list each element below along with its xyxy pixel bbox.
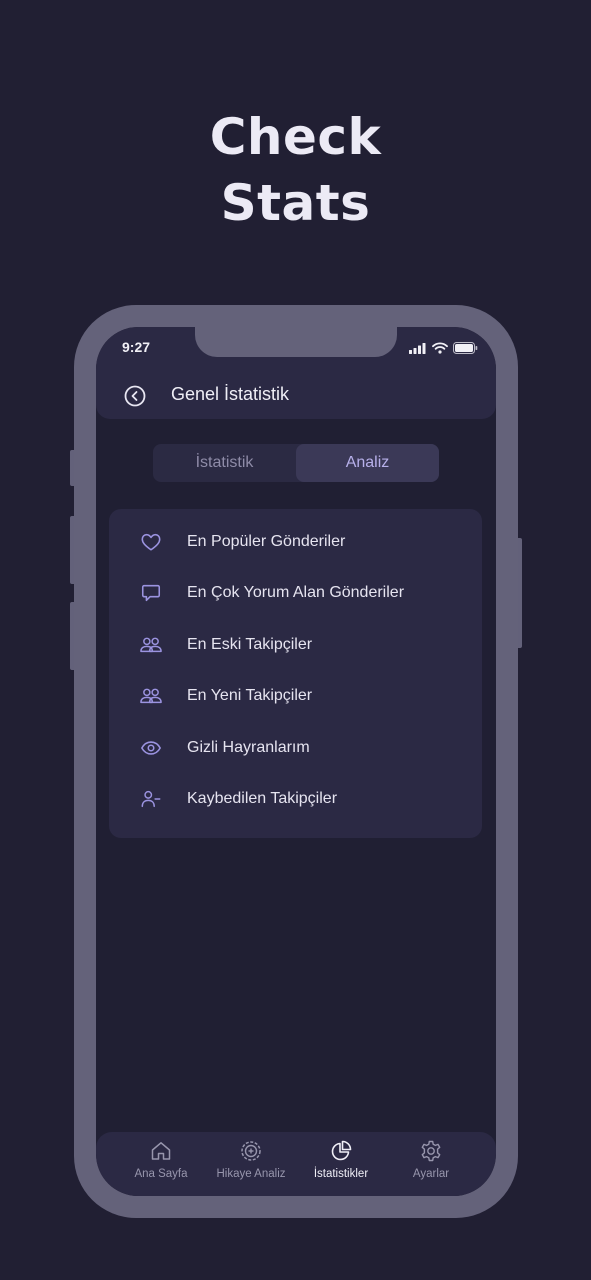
bottom-tab-bar: Ana Sayfa Hikaye Analiz İstatistikler Ay…	[96, 1132, 496, 1196]
pie-chart-icon	[331, 1140, 352, 1161]
menu-item-most-commented[interactable]: En Çok Yorum Alan Gönderiler	[109, 568, 482, 620]
tab-istatistikler[interactable]: İstatistikler	[296, 1132, 386, 1196]
tab-ana-sayfa[interactable]: Ana Sayfa	[116, 1132, 206, 1196]
plus-circle-icon	[241, 1141, 261, 1161]
menu-item-oldest-followers[interactable]: En Eski Takipçiler	[109, 619, 482, 671]
phone-notch	[195, 327, 397, 357]
comment-icon	[139, 581, 163, 605]
heart-icon	[139, 530, 163, 554]
tab-istatistik[interactable]: İstatistik	[153, 444, 296, 482]
signal-icon	[409, 342, 426, 354]
tab-label: Hikaye Analiz	[216, 1168, 286, 1180]
chevron-left-circle-icon	[124, 385, 146, 407]
menu-item-label: En Yeni Takipçiler	[187, 687, 313, 705]
menu-item-popular-posts[interactable]: En Popüler Gönderiler	[109, 516, 482, 568]
users-icon	[139, 633, 163, 657]
user-minus-icon	[139, 787, 163, 811]
tab-analiz[interactable]: Analiz	[296, 444, 439, 482]
menu-item-label: Kaybedilen Takipçiler	[187, 790, 338, 808]
phone-screen: Genel İstatistik 9:27 İstatistik Analiz	[96, 327, 496, 1196]
users-icon	[139, 684, 163, 708]
wifi-icon	[432, 342, 448, 354]
tab-ayarlar[interactable]: Ayarlar	[386, 1132, 476, 1196]
menu-item-newest-followers[interactable]: En Yeni Takipçiler	[109, 671, 482, 723]
tab-label: Ayarlar	[412, 1168, 450, 1180]
tab-label: Ana Sayfa	[134, 1168, 188, 1180]
menu-item-label: Gizli Hayranlarım	[187, 738, 310, 756]
eye-icon	[139, 736, 163, 760]
tab-label: İstatistikler	[313, 1168, 369, 1180]
status-icons	[409, 342, 478, 354]
menu-item-secret-admirers[interactable]: Gizli Hayranlarım	[109, 722, 482, 774]
menu-item-label: En Eski Takipçiler	[187, 635, 313, 653]
gear-icon	[421, 1140, 441, 1162]
page-title: Genel İstatistik	[171, 384, 290, 404]
home-icon	[151, 1142, 171, 1160]
segmented-control: İstatistik Analiz	[153, 444, 439, 482]
back-button[interactable]	[124, 385, 146, 407]
analysis-menu: En Popüler Gönderiler En Çok Yorum Alan …	[109, 509, 482, 838]
battery-icon	[453, 342, 478, 354]
menu-item-label: En Popüler Gönderiler	[187, 532, 346, 550]
headline-line-1: Check	[209, 108, 382, 166]
headline: Check Stats	[0, 104, 591, 236]
headline-line-2: Stats	[220, 174, 371, 232]
tab-hikaye-analiz[interactable]: Hikaye Analiz	[206, 1132, 296, 1196]
menu-item-lost-followers[interactable]: Kaybedilen Takipçiler	[109, 774, 482, 826]
status-time: 9:27	[122, 339, 151, 355]
menu-item-label: En Çok Yorum Alan Gönderiler	[187, 584, 405, 602]
